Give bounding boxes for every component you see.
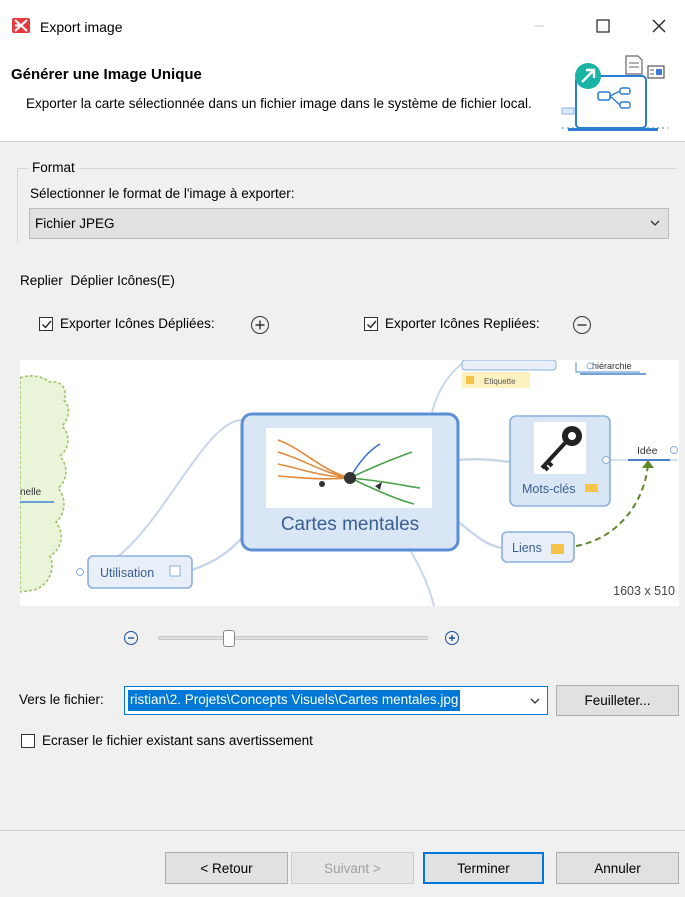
format-dropdown[interactable]: Fichier JPEG bbox=[29, 208, 669, 239]
back-button[interactable]: < Retour bbox=[165, 852, 288, 884]
browse-button[interactable]: Feuilleter... bbox=[556, 685, 679, 716]
output-file-label: Vers le fichier: bbox=[19, 692, 104, 707]
chevron-down-icon bbox=[650, 220, 660, 226]
page-title: Générer une Image Unique bbox=[11, 66, 202, 83]
zoom-in-icon[interactable] bbox=[445, 631, 459, 645]
collapse-minus-icon[interactable] bbox=[573, 316, 591, 334]
checkmark-icon bbox=[42, 320, 52, 329]
maximize-button[interactable] bbox=[580, 10, 626, 42]
export-folded-checkbox[interactable] bbox=[364, 317, 378, 331]
format-label: Sélectionner le format de l'image à expo… bbox=[30, 186, 295, 201]
finish-button[interactable]: Terminer bbox=[423, 852, 544, 884]
node-etiquette: Etiquette bbox=[484, 377, 516, 386]
node-idee: Idée bbox=[637, 445, 658, 457]
close-button[interactable] bbox=[636, 10, 682, 42]
overwrite-label: Ecraser le fichier existant sans avertis… bbox=[42, 733, 313, 748]
expand-plus-icon[interactable] bbox=[251, 316, 269, 334]
fold-tabs: Replier Déplier Icônes(E) bbox=[20, 273, 179, 288]
tab-unfold-icons[interactable]: Déplier Icônes(E) bbox=[71, 273, 175, 288]
minimize-button[interactable] bbox=[516, 10, 562, 42]
cancel-button[interactable]: Annuler bbox=[556, 852, 679, 884]
node-mots-cles: Mots-clés bbox=[522, 482, 575, 496]
zoom-slider-thumb[interactable] bbox=[223, 630, 235, 647]
checkmark-icon bbox=[367, 320, 377, 329]
format-legend: Format bbox=[29, 160, 78, 175]
page-description: Exporter la carte sélectionnée dans un f… bbox=[26, 96, 532, 111]
window-title: Export image bbox=[40, 19, 123, 35]
mindmap-preview: nelle Cartes mentales Utilisation Mots-c… bbox=[20, 360, 678, 606]
zoom-out-icon[interactable] bbox=[124, 631, 138, 645]
chevron-down-icon[interactable] bbox=[529, 695, 541, 707]
export-unfolded-checkbox[interactable] bbox=[39, 317, 53, 331]
close-icon bbox=[652, 19, 666, 33]
export-unfolded-label: Exporter Icônes Dépliées: bbox=[60, 316, 215, 331]
overwrite-checkbox[interactable] bbox=[21, 734, 35, 748]
zoom-slider-track[interactable] bbox=[158, 636, 428, 640]
export-illustration-icon bbox=[561, 55, 668, 131]
central-topic: Cartes mentales bbox=[281, 514, 419, 535]
node-utilisation: Utilisation bbox=[100, 566, 154, 580]
app-logo-icon bbox=[12, 18, 30, 33]
node-hierarchie: hiérarchie bbox=[592, 361, 632, 371]
node-liens: Liens bbox=[512, 541, 542, 555]
title-bar: Export image bbox=[0, 0, 685, 46]
output-file-combobox[interactable]: ristian\2. Projets\Concepts Visuels\Cart… bbox=[124, 686, 548, 715]
tab-fold[interactable]: Replier bbox=[20, 273, 63, 288]
next-button[interactable]: Suivant > bbox=[291, 852, 414, 884]
output-file-path[interactable]: ristian\2. Projets\Concepts Visuels\Cart… bbox=[128, 690, 461, 711]
export-folded-label: Exporter Icônes Repliées: bbox=[385, 316, 540, 331]
image-dimensions: 1603 x 510 bbox=[613, 584, 675, 598]
format-selected-value: Fichier JPEG bbox=[35, 216, 115, 231]
wizard-header: Générer une Image Unique Exporter la car… bbox=[0, 46, 685, 142]
node-nelle: nelle bbox=[20, 487, 42, 498]
export-preview: nelle Cartes mentales Utilisation Mots-c… bbox=[20, 360, 679, 606]
footer-divider bbox=[0, 830, 685, 831]
